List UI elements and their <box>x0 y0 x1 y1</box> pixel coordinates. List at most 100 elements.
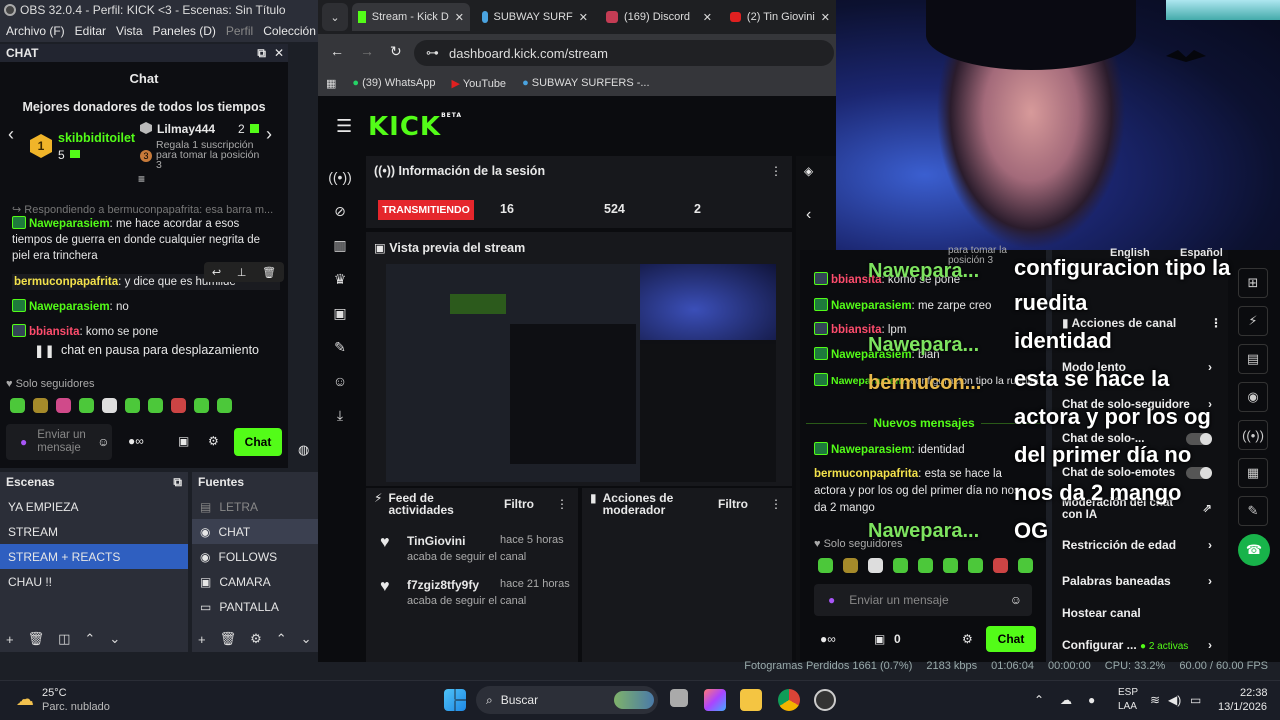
globe-icon[interactable]: ◍ <box>298 442 309 458</box>
trophy-icon[interactable]: ♛ <box>326 262 354 296</box>
feed-user[interactable]: TinGiovini <box>407 534 465 548</box>
chat-username[interactable]: bermuconpapafrita <box>814 468 918 480</box>
emote-icon[interactable] <box>56 398 71 413</box>
chat-username[interactable]: bbiansita <box>29 326 79 338</box>
add-icon[interactable]: + <box>6 632 14 647</box>
close-icon[interactable]: ✕ <box>579 11 588 24</box>
emote-icon[interactable] <box>194 398 209 413</box>
stream-preview-image[interactable] <box>386 264 776 482</box>
tray-chevron-icon[interactable]: ⌃ <box>1034 693 1044 707</box>
site-info-icon[interactable]: ⊶ <box>426 45 439 61</box>
emote-icon[interactable] <box>968 558 983 573</box>
undock-icon[interactable]: ⧉ <box>257 46 266 61</box>
tab-youtube[interactable]: (2) Tin Giovini ✕ <box>724 3 836 31</box>
bookmark-youtube[interactable]: ▶ YouTube <box>452 77 507 90</box>
emote-icon[interactable] <box>918 558 933 573</box>
more-icon[interactable]: ⋮ <box>770 497 782 511</box>
chat-username[interactable]: bermuconpapafrita <box>14 276 118 288</box>
scene-item[interactable]: YA EMPIEZA <box>0 494 188 519</box>
forward-icon[interactable]: → <box>360 43 374 59</box>
more-icon[interactable]: ⋮ <box>556 497 568 511</box>
scene-item[interactable]: STREAM <box>0 519 188 544</box>
emote-icon[interactable] <box>818 558 833 573</box>
chat-input[interactable]: ● Enviar un mensaje ☺ <box>6 424 112 460</box>
emote-icon[interactable] <box>843 558 858 573</box>
down-icon[interactable]: ⌄ <box>109 631 120 647</box>
feed-user[interactable]: f7zgiz8tfy9fy <box>407 578 479 592</box>
menu-paneles[interactable]: Paneles (D) <box>153 24 216 38</box>
trash-icon[interactable]: 🗑 <box>28 631 45 647</box>
down-icon[interactable]: ⌄ <box>301 631 312 647</box>
scene-item-selected[interactable]: STREAM + REACTS <box>0 544 188 569</box>
source-item[interactable]: ▤ LETRA <box>192 494 318 519</box>
source-item[interactable]: ▭ PANTALLA <box>192 594 318 619</box>
wifi-icon[interactable]: ≋ <box>1150 693 1160 707</box>
send-chat-button[interactable]: Chat <box>986 626 1036 652</box>
chat-username[interactable]: Naweparasiem <box>29 218 110 230</box>
battery-icon[interactable]: ▭ <box>1190 693 1201 707</box>
menu-editar[interactable]: Editar <box>75 24 106 38</box>
filter-button[interactable]: Filtro <box>718 497 748 511</box>
close-icon[interactable]: ✕ <box>455 11 464 24</box>
emote-icon[interactable] <box>943 558 958 573</box>
url-bar[interactable]: ⊶ dashboard.kick.com/stream <box>414 40 834 66</box>
back-icon[interactable]: ← <box>330 43 344 59</box>
emote-icon[interactable] <box>171 398 186 413</box>
media-icon[interactable]: ▣ <box>326 296 354 330</box>
analytics-icon[interactable]: ▥ <box>326 228 354 262</box>
pin-icon[interactable]: ⊥ <box>237 266 247 279</box>
menu-perfil[interactable]: Perfil <box>226 24 253 38</box>
emote-icon[interactable] <box>33 398 48 413</box>
chat-username[interactable]: Naweparasiem <box>831 444 912 456</box>
undock-icon[interactable]: ⧉ <box>173 475 182 490</box>
reply-icon[interactable]: ↩ <box>212 266 221 279</box>
people-icon[interactable]: ●∞ <box>820 632 836 646</box>
host-channel-row[interactable]: Hostear canal <box>1052 598 1222 628</box>
source-item[interactable]: ▣ CAMARA <box>192 569 318 594</box>
network-tray-icon[interactable]: ☁ <box>1060 693 1072 707</box>
wrench-icon[interactable]: ✎ <box>326 330 354 364</box>
emote-icon[interactable] <box>79 398 94 413</box>
menu-archivo[interactable]: Archivo (F) <box>6 24 65 38</box>
chat-input[interactable]: ● Enviar un mensaje ☺ <box>814 584 1032 616</box>
mic-tray-icon[interactable]: ● <box>1088 693 1095 707</box>
collapse-icon[interactable]: ≡ <box>138 172 145 186</box>
source-item-selected[interactable]: ◉ CHAT <box>192 519 318 544</box>
emote-icon[interactable] <box>148 398 163 413</box>
emote-icon[interactable] <box>125 398 140 413</box>
up-icon[interactable]: ⌃ <box>84 631 95 647</box>
tab-subway[interactable]: SUBWAY SURF ✕ <box>476 3 594 31</box>
emote-icon[interactable] <box>993 558 1008 573</box>
close-icon[interactable]: ✕ <box>274 46 284 61</box>
source-item[interactable]: ◉ FOLLOWS <box>192 544 318 569</box>
hamburger-menu-icon[interactable]: ☰ <box>336 116 352 137</box>
bookmark-whatsapp[interactable]: ● (39) WhatsApp <box>352 77 435 89</box>
emote-icon[interactable] <box>893 558 908 573</box>
people-icon[interactable]: ●∞ <box>128 434 144 448</box>
emoji-icon[interactable]: ☺ <box>97 435 109 449</box>
next-arrow-icon[interactable]: › <box>266 124 272 145</box>
banned-words-row[interactable]: Palabras baneadas › <box>1052 566 1222 596</box>
broadcast-icon[interactable]: ((•)) <box>326 160 354 194</box>
lang-indicator[interactable]: ESP <box>1118 687 1138 698</box>
chat-username[interactable]: Naweparasiem <box>831 300 912 312</box>
filter-button[interactable]: Filtro <box>504 497 534 511</box>
emote-icon[interactable] <box>102 398 117 413</box>
add-icon[interactable]: + <box>198 632 206 647</box>
bookmark-subway[interactable]: ● SUBWAY SURFERS -... <box>522 77 649 89</box>
taskbar-search[interactable]: ⌕ Buscar <box>476 686 658 714</box>
weather-temp[interactable]: 25°C <box>42 687 67 699</box>
gear-icon[interactable]: ⚙ <box>250 631 262 647</box>
filter-icon[interactable]: ◫ <box>58 631 70 647</box>
windows-start-icon[interactable] <box>444 689 466 711</box>
prev-arrow-icon[interactable]: ‹ <box>806 206 811 224</box>
emote-icon[interactable] <box>217 398 232 413</box>
settings-icon[interactable]: ⚙ <box>208 434 219 448</box>
emote-icon[interactable] <box>868 558 883 573</box>
emoji-icon[interactable]: ☺ <box>1010 593 1022 607</box>
more-icon[interactable]: ⋮ <box>770 164 782 178</box>
store-icon[interactable]: ▣ <box>178 434 189 448</box>
copilot-icon[interactable] <box>704 689 726 711</box>
menu-coleccion[interactable]: Colección d <box>263 24 320 38</box>
volume-icon[interactable]: ◀) <box>1168 693 1181 707</box>
